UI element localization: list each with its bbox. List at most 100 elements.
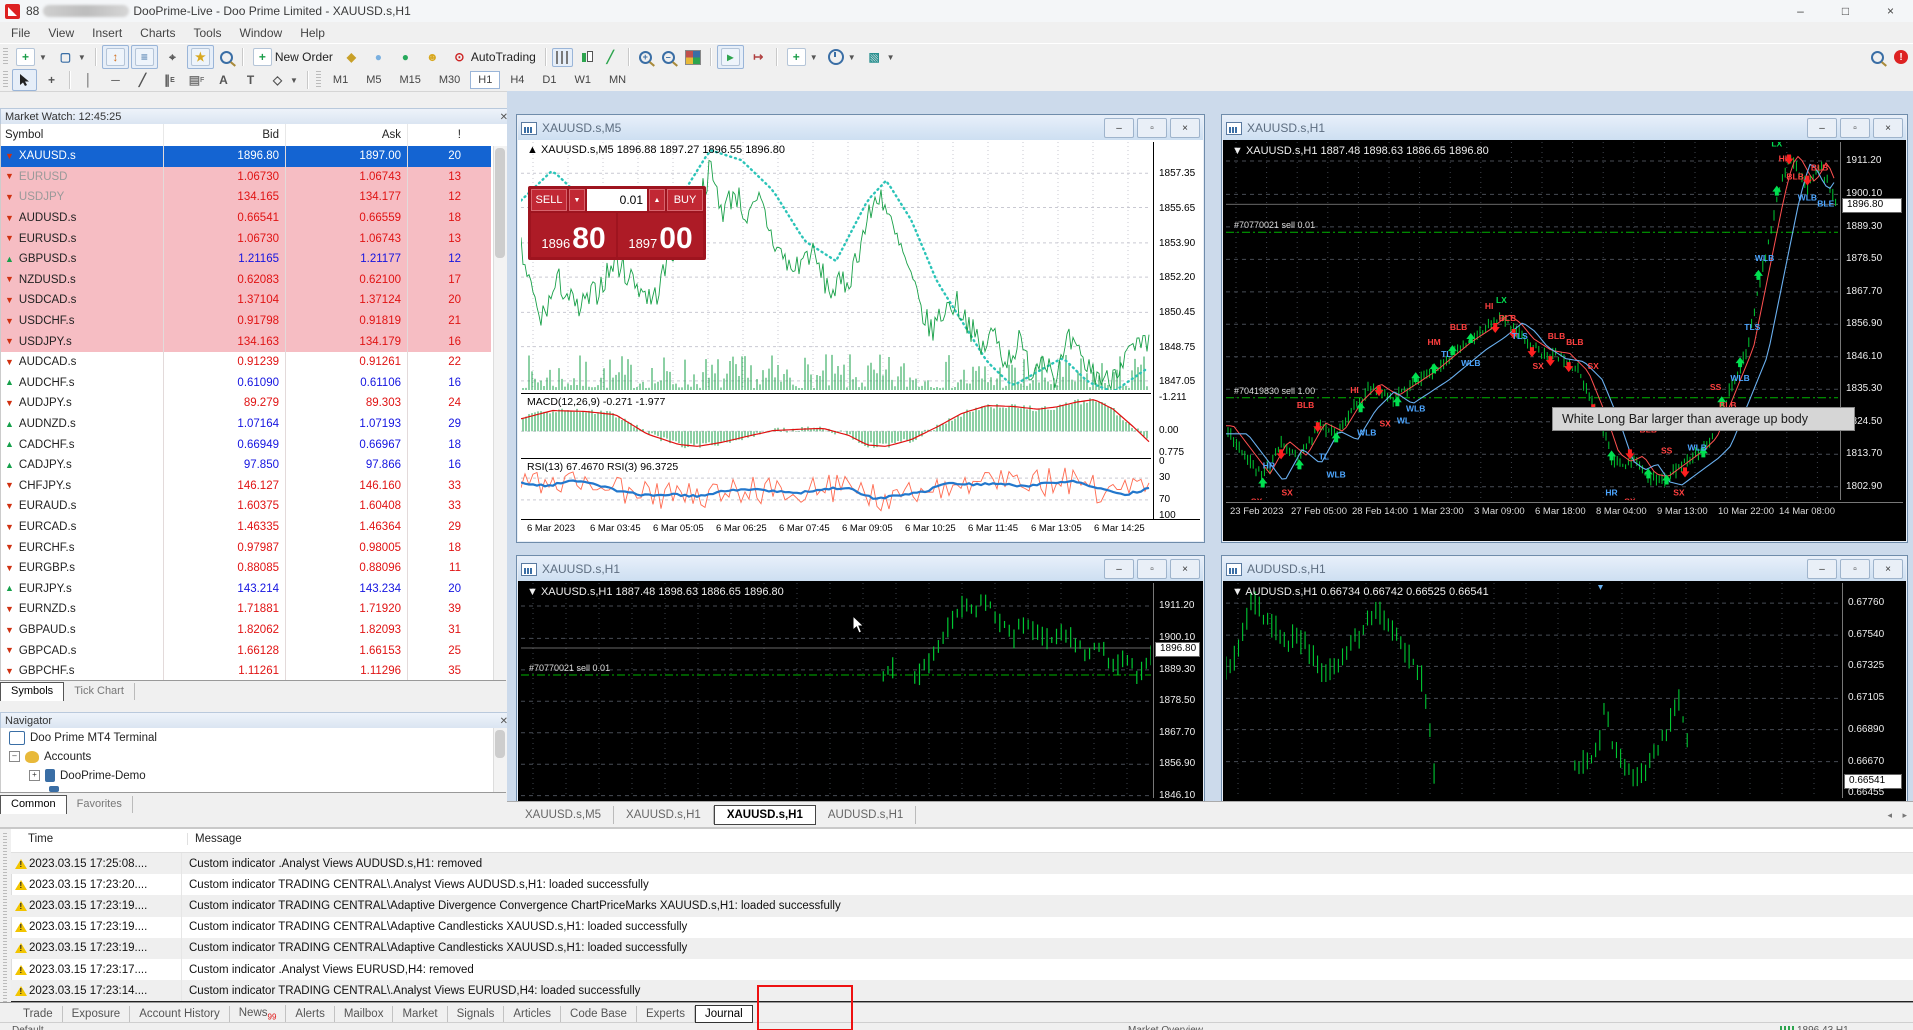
terminal-tab-market[interactable]: Market (393, 1006, 447, 1022)
timeframe-h4-button[interactable]: H4 (502, 71, 532, 89)
expand-icon[interactable]: + (29, 770, 40, 781)
macd-pane[interactable]: MACD(12,26,9) -0.271 -1.977 (521, 393, 1151, 456)
toolbar-grip[interactable] (316, 71, 321, 89)
chart-minimize-button[interactable]: – (1104, 559, 1134, 579)
terminal-tab-experts[interactable]: Experts (637, 1006, 695, 1022)
collapse-icon[interactable]: – (9, 751, 20, 762)
periods-button[interactable]: ▼ (824, 46, 860, 68)
navigator-item-account-demo[interactable]: +DooPrime-Demo (1, 766, 507, 785)
scrollbar-thumb[interactable] (495, 148, 505, 258)
terminal-tab-signals[interactable]: Signals (448, 1006, 505, 1022)
market-watch-row[interactable]: ▲EURJPY.s143.214143.23420 (1, 579, 491, 600)
chart-close-button[interactable]: × (1170, 559, 1200, 579)
zoom-in-button[interactable]: + (635, 48, 656, 67)
strategy-tester-button[interactable] (216, 48, 237, 67)
market-watch-row[interactable]: ▼EURAUD.s1.603751.6040833 (1, 496, 491, 517)
volume-input[interactable]: 0.01 (587, 189, 647, 211)
chart-tab-xauusd.s,m5[interactable]: XAUUSD.s,M5 (513, 806, 614, 824)
timeframe-m15-button[interactable]: M15 (391, 71, 428, 89)
toolbar-grip[interactable] (3, 48, 8, 66)
chart-restore-button[interactable]: ▫ (1840, 559, 1870, 579)
channel-button[interactable]: ∥E (157, 69, 182, 91)
auto-scroll-button[interactable]: ▸ (717, 45, 744, 69)
chart-window-xauusd-h1-top[interactable]: XAUUSD.s,H1–▫×SXHRSXBLBTLWLBHIWLBSXWLWLB… (1221, 114, 1908, 543)
market-watch-row[interactable]: ▼GBPCHF.s1.112611.1129635 (1, 661, 491, 680)
journal-row[interactable]: 2023.03.15 17:23:19....Custom indicator … (11, 895, 1913, 916)
maximize-button[interactable]: □ (1823, 0, 1868, 22)
chart-minimize-button[interactable]: – (1807, 559, 1837, 579)
minimize-button[interactable]: – (1778, 0, 1823, 22)
chart-close-button[interactable]: × (1873, 118, 1903, 138)
market-watch-row[interactable]: ▲CADCHF.s0.669490.6696718 (1, 434, 491, 455)
text-label-button[interactable]: T (238, 69, 263, 91)
chart-restore-button[interactable]: ▫ (1840, 118, 1870, 138)
navigator-tab-favorites[interactable]: Favorites (67, 796, 133, 813)
volume-increase-button[interactable]: ▲ (649, 189, 665, 211)
market-watch-row[interactable]: ▼XAUUSD.s1896.801897.0020 (1, 146, 491, 167)
timeframe-mn-button[interactable]: MN (601, 71, 634, 89)
chart-window-titlebar[interactable]: XAUUSD.s,H1–▫× (1223, 116, 1906, 140)
signal-button[interactable]: ● (393, 46, 418, 68)
journal-row[interactable]: 2023.03.15 17:23:19....Custom indicator … (11, 938, 1913, 959)
chart-shift-button[interactable]: ↦ (746, 46, 771, 68)
timeframe-m5-button[interactable]: M5 (358, 71, 389, 89)
column-bid[interactable]: Bid (163, 124, 285, 146)
community-button[interactable]: ☻ (420, 46, 445, 68)
rsi-pane[interactable]: RSI(13) 67.4670 RSI(3) 96.3725 (521, 458, 1151, 519)
market-watch-row[interactable]: ▼AUDJPY.s89.27989.30324 (1, 393, 491, 414)
chart-tab-scroll-arrows[interactable]: ◂ ▸ (1887, 810, 1913, 821)
shapes-button[interactable]: ◇▼ (265, 69, 302, 91)
navigator-item-accounts[interactable]: –Accounts (1, 747, 507, 766)
journal-row[interactable]: 2023.03.15 17:25:08....Custom indicator … (11, 853, 1913, 874)
line-chart-button[interactable]: ╱ (598, 46, 623, 68)
new-order-button[interactable]: +New Order (249, 45, 337, 69)
crosshair-button[interactable]: + (39, 69, 64, 91)
bid-price-display[interactable]: 189680 (531, 213, 616, 257)
metaeditor-button[interactable]: ◆ (339, 46, 364, 68)
terminal-tab-exposure[interactable]: Exposure (63, 1006, 131, 1022)
market-watch-row[interactable]: ▲GBPUSD.s1.211651.2117712 (1, 249, 491, 270)
ask-price-display[interactable]: 189700 (618, 213, 703, 257)
terminal-tab-trade[interactable]: Trade (14, 1006, 63, 1022)
chart-plot-area[interactable]: ▼ XAUUSD.s,H1 1887.48 1898.63 1886.65 18… (521, 583, 1151, 798)
cursor-button[interactable] (12, 69, 37, 91)
market-watch-tab-tick-chart[interactable]: Tick Chart (64, 683, 135, 700)
chart-close-button[interactable]: × (1873, 559, 1903, 579)
toolbar-grip[interactable] (3, 71, 8, 89)
close-button[interactable]: × (1868, 0, 1913, 22)
market-watch-row[interactable]: ▲AUDCHF.s0.610900.6110616 (1, 373, 491, 394)
navigator-scrollbar[interactable] (493, 728, 507, 792)
templates-button[interactable]: ▧▼ (862, 46, 899, 68)
market-watch-row[interactable]: ▼EURUSD1.067301.0674313 (1, 167, 491, 188)
market-watch-row[interactable]: ▲AUDNZD.s1.071641.0719329 (1, 414, 491, 435)
chart-plot-area[interactable]: SXHRSXBLBTLWLBHIWLBSXWLWLBHMTLBLBWLBHILX… (1226, 142, 1838, 500)
terminal-tab-mailbox[interactable]: Mailbox (335, 1006, 394, 1022)
market-watch-row[interactable]: ▼EURCHF.s0.979870.9800518 (1, 537, 491, 558)
buy-button[interactable]: BUY (667, 189, 703, 211)
autotrading-button[interactable]: ⊙AutoTrading (447, 46, 540, 68)
chart-window-xauusd-h1-bottom[interactable]: XAUUSD.s,H1–▫×▼ XAUUSD.s,H1 1887.48 1898… (516, 555, 1205, 803)
market-watch-row[interactable]: ▼GBPCAD.s1.661281.6615325 (1, 640, 491, 661)
market-watch-row[interactable]: ▼AUDUSD.s0.665410.6655918 (1, 208, 491, 229)
menu-tools[interactable]: Tools (185, 23, 231, 43)
column-symbol[interactable]: Symbol (1, 129, 163, 141)
data-window-button[interactable]: ≡ (131, 45, 158, 69)
text-button[interactable]: A (211, 69, 236, 91)
cloud-button[interactable]: ● (366, 46, 391, 68)
chart-tab-xauusd.s,h1[interactable]: XAUUSD.s,H1 (714, 805, 816, 825)
terminal-tab-code-base[interactable]: Code Base (561, 1006, 637, 1022)
menu-window[interactable]: Window (231, 23, 292, 43)
market-watch-row[interactable]: ▼EURNZD.s1.718811.7192039 (1, 599, 491, 620)
profiles-button[interactable]: ▢▼ (53, 46, 90, 68)
column-ask[interactable]: Ask (285, 124, 407, 146)
navigator-button[interactable]: ⌖ (160, 46, 185, 68)
terminal-tab-articles[interactable]: Articles (504, 1006, 561, 1022)
market-watch-tab-symbols[interactable]: Symbols (0, 682, 64, 701)
terminal-tab-journal[interactable]: Journal (695, 1005, 753, 1023)
chart-window-titlebar[interactable]: XAUUSD.s,M5–▫× (518, 116, 1203, 140)
horizontal-line-button[interactable]: ─ (103, 69, 128, 91)
terminal-button[interactable]: ★ (187, 45, 214, 69)
market-watch-scrollbar[interactable] (493, 146, 507, 680)
new-chart-button[interactable]: +▼ (12, 45, 51, 69)
navigator-tab-common[interactable]: Common (0, 795, 67, 814)
